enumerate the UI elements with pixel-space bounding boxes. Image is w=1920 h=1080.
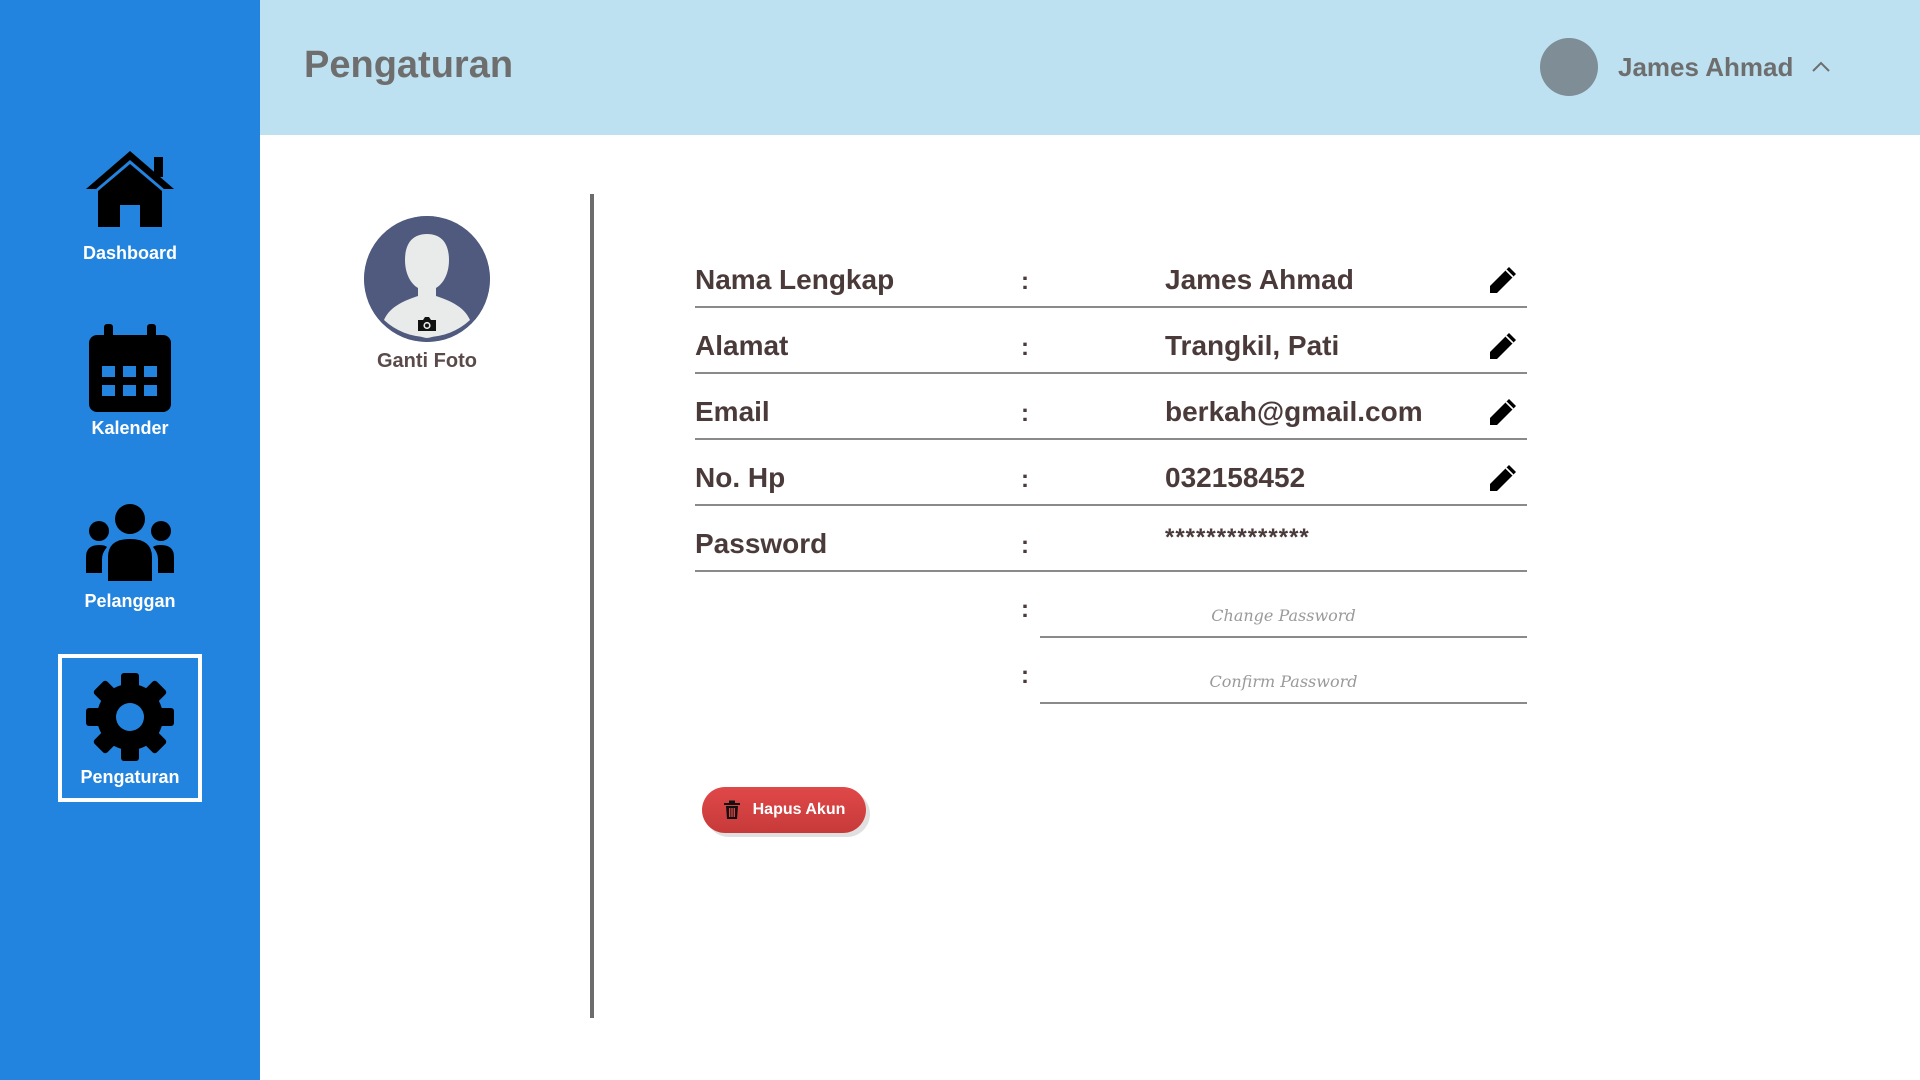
pencil-icon[interactable] (1485, 262, 1521, 298)
field-separator: : (1021, 596, 1029, 623)
sidebar-item-label: Pelanggan (84, 590, 176, 611)
field-separator: : (1021, 662, 1029, 689)
field-separator: : (1021, 268, 1029, 295)
camera-icon[interactable] (417, 316, 437, 332)
sidebar-item-pelanggan[interactable]: Pelanggan (58, 478, 202, 626)
gear-icon (86, 672, 174, 761)
delete-account-label: Hapus Akun (752, 801, 846, 818)
page-title: Pengaturan (304, 44, 514, 86)
confirm-password-input[interactable] (1040, 660, 1527, 704)
field-row-email: Email : berkah@gmail.com (695, 374, 1527, 440)
settings-page: Dashboard Kalender Pelanggan Pengaturan … (0, 0, 1920, 1080)
profile-photo[interactable] (364, 216, 490, 342)
field-separator: : (1021, 532, 1029, 559)
field-separator: : (1021, 466, 1029, 493)
delete-account-button[interactable]: Hapus Akun (702, 787, 866, 833)
user-menu[interactable]: James Ahmad (1540, 38, 1831, 96)
field-value: James Ahmad (1165, 264, 1354, 295)
change-password-input[interactable] (1040, 594, 1527, 638)
field-label: Email (695, 396, 770, 427)
field-separator: : (1021, 400, 1029, 427)
field-separator: : (1021, 334, 1029, 361)
users-icon (86, 503, 174, 581)
field-row-confirm-password: : (695, 638, 1527, 704)
profile-photo-section: Ganti Foto (364, 216, 490, 373)
field-value: berkah@gmail.com (1165, 396, 1423, 427)
field-value: Trangkil, Pati (1165, 330, 1340, 361)
pencil-icon[interactable] (1485, 460, 1521, 496)
field-label: Alamat (695, 330, 789, 361)
field-label: Nama Lengkap (695, 264, 895, 295)
chevron-up-icon[interactable] (1811, 61, 1831, 73)
field-value: 032158452 (1165, 462, 1306, 493)
sidebar-item-label: Dashboard (82, 242, 178, 263)
field-row-change-password: : (695, 572, 1527, 638)
field-row-phone: No. Hp : 032158452 (695, 440, 1527, 506)
header: Pengaturan James Ahmad (260, 0, 1920, 135)
home-icon (86, 150, 174, 227)
avatar[interactable] (1540, 38, 1598, 96)
field-label: No. Hp (695, 462, 786, 493)
field-row-address: Alamat : Trangkil, Pati (695, 308, 1527, 374)
field-row-full-name: Nama Lengkap : James Ahmad (695, 242, 1527, 308)
password-mask: ************** (1165, 524, 1310, 551)
pencil-icon[interactable] (1485, 328, 1521, 364)
field-row-password: Password : ************** (695, 506, 1527, 572)
sidebar: Dashboard Kalender Pelanggan Pengaturan (0, 0, 260, 1080)
sidebar-item-kalender[interactable]: Kalender (58, 305, 202, 453)
vertical-divider (590, 194, 594, 1018)
field-label: Password (695, 528, 828, 559)
trash-icon (723, 800, 740, 819)
sidebar-item-label: Pengaturan (80, 766, 180, 787)
user-name: James Ahmad (1618, 51, 1794, 82)
change-photo-link[interactable]: Ganti Foto (377, 350, 477, 373)
sidebar-item-pengaturan[interactable]: Pengaturan (58, 654, 202, 802)
sidebar-item-dashboard[interactable]: Dashboard (58, 130, 202, 278)
sidebar-item-label: Kalender (91, 417, 169, 438)
pencil-icon[interactable] (1485, 394, 1521, 430)
calendar-icon (89, 323, 171, 412)
